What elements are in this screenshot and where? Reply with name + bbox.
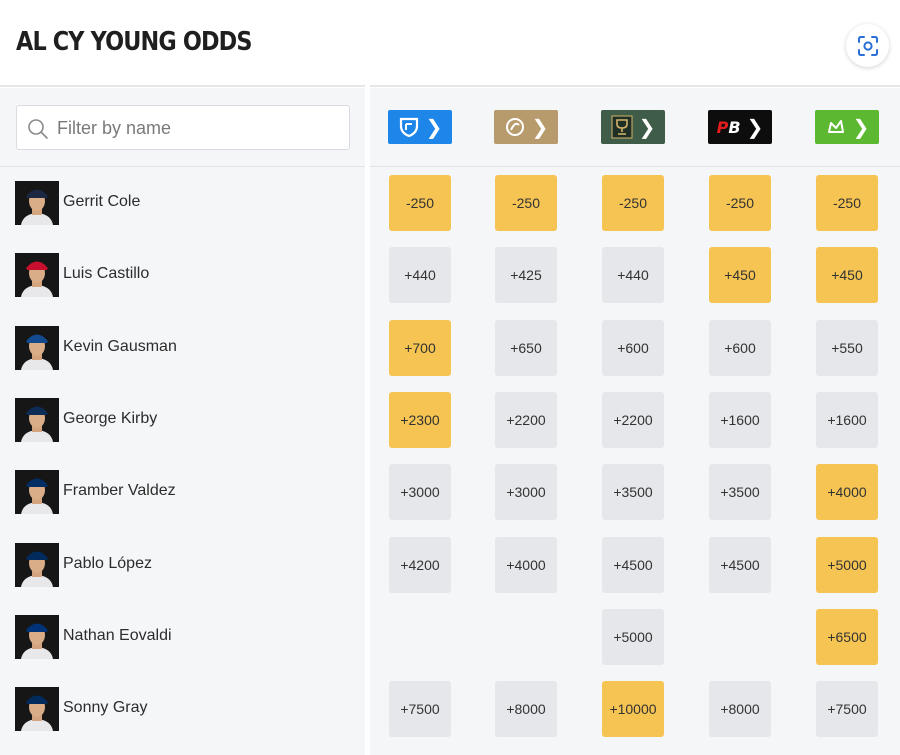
odds-cell-draftkings[interactable]: +550 <box>816 319 878 376</box>
player-name[interactable]: Sonny Gray <box>63 699 147 717</box>
odds-cell-draftkings[interactable]: +1600 <box>816 391 878 448</box>
odds-cell-fanduel[interactable]: +440 <box>389 247 451 304</box>
chevron-right-icon: ❯ <box>638 115 656 139</box>
odds-cell-draftkings[interactable]: +7500 <box>816 681 878 738</box>
player-row[interactable]: Luis Castillo <box>0 253 365 325</box>
player-row[interactable]: Framber Valdez <box>0 470 365 542</box>
odds-cell-draftkings[interactable]: +5000 <box>816 536 878 593</box>
odds-cell-caesars[interactable]: +2200 <box>495 391 557 448</box>
odds-cell-pointsbet[interactable]: +600 <box>709 319 771 376</box>
odds-cell-caesars[interactable]: +4000 <box>495 536 557 593</box>
odds-cell-pointsbet[interactable]: +8000 <box>709 681 771 738</box>
player-name[interactable]: Pablo López <box>63 555 152 573</box>
toolbar-divider <box>370 166 900 167</box>
odds-cell-betmgm[interactable]: +4500 <box>602 536 664 593</box>
odds-cell-draftkings[interactable]: +4000 <box>816 464 878 521</box>
camera-scan-icon <box>857 35 878 56</box>
player-name[interactable]: Kevin Gausman <box>63 338 177 356</box>
odds-cell-pointsbet[interactable]: +1600 <box>709 391 771 448</box>
chevron-right-icon: ❯ <box>425 115 443 139</box>
odds-cell-pointsbet[interactable]: -250 <box>709 175 771 231</box>
player-headshot <box>15 181 59 225</box>
toolbar-divider <box>0 166 365 167</box>
sportsbook-pointsbet-button[interactable]: PB ❯ <box>708 110 772 144</box>
trophy-icon <box>611 115 633 139</box>
odds-cell-fanduel[interactable]: -250 <box>389 175 451 231</box>
sportsbook-betmgm-button[interactable]: ❯ <box>601 110 665 144</box>
player-row[interactable]: Gerrit Cole <box>0 181 365 253</box>
page-title: AL CY YOUNG ODDS <box>16 27 252 57</box>
odds-cell-betmgm[interactable]: +2200 <box>602 391 664 448</box>
player-headshot <box>15 614 59 659</box>
odds-cell-pointsbet[interactable]: +450 <box>709 247 771 304</box>
odds-cell-fanduel[interactable]: +2300 <box>389 391 451 448</box>
player-row[interactable]: George Kirby <box>0 397 365 470</box>
odds-cell-caesars[interactable]: +3000 <box>495 464 557 521</box>
player-row[interactable]: Kevin Gausman <box>0 325 365 398</box>
odds-cell-caesars[interactable]: +8000 <box>495 681 557 738</box>
player-headshot <box>15 397 59 442</box>
odds-cell-pointsbet[interactable]: +3500 <box>709 464 771 521</box>
player-name[interactable]: Luis Castillo <box>63 265 149 283</box>
chevron-right-icon: ❯ <box>746 115 764 139</box>
player-name[interactable]: Framber Valdez <box>63 482 176 500</box>
odds-cell-fanduel[interactable]: +3000 <box>389 464 451 521</box>
player-headshot <box>15 542 59 587</box>
sportsbook-fanduel-button[interactable]: ❯ <box>388 110 452 144</box>
odds-cell-betmgm[interactable]: +10000 <box>602 681 664 738</box>
header-divider <box>0 85 365 87</box>
player-row[interactable]: Sonny Gray <box>0 687 365 755</box>
player-headshot <box>15 470 59 515</box>
sportsbook-draftkings-button[interactable]: ❯ <box>815 110 879 144</box>
filter-input[interactable] <box>57 114 337 142</box>
player-name[interactable]: Nathan Eovaldi <box>63 627 172 645</box>
odds-cell-fanduel[interactable]: +4200 <box>389 536 451 593</box>
odds-cell-pointsbet[interactable]: +4500 <box>709 536 771 593</box>
player-name[interactable]: George Kirby <box>63 410 157 428</box>
odds-cell-draftkings[interactable]: -250 <box>816 175 878 231</box>
chevron-right-icon: ❯ <box>531 115 549 139</box>
chevron-right-icon: ❯ <box>852 115 870 139</box>
player-name[interactable]: Gerrit Cole <box>63 193 140 211</box>
search-icon <box>28 119 48 139</box>
page-header: AL CY YOUNG ODDS <box>0 0 900 88</box>
draftkings-crown-icon <box>825 116 847 138</box>
player-headshot <box>15 325 59 370</box>
odds-cell-draftkings[interactable]: +6500 <box>816 608 878 665</box>
odds-cell-draftkings[interactable]: +450 <box>816 247 878 304</box>
fanduel-shield-icon <box>398 116 420 138</box>
filter-box[interactable] <box>16 105 350 150</box>
pointsbet-logo: PB <box>716 117 741 137</box>
odds-cell-betmgm[interactable]: +5000 <box>602 608 664 665</box>
odds-cell-betmgm[interactable]: +440 <box>602 247 664 304</box>
odds-cell-caesars[interactable]: -250 <box>495 175 557 231</box>
odds-cell-caesars[interactable]: +650 <box>495 319 557 376</box>
odds-cell-betmgm[interactable]: +3500 <box>602 464 664 521</box>
header-divider <box>370 85 900 87</box>
odds-cell-betmgm[interactable]: -250 <box>602 175 664 231</box>
player-row[interactable]: Nathan Eovaldi <box>0 614 365 687</box>
odds-cell-caesars[interactable]: +425 <box>495 247 557 304</box>
caesars-laurel-icon <box>504 116 526 138</box>
odds-cell-fanduel[interactable]: +7500 <box>389 681 451 738</box>
odds-cell-betmgm[interactable]: +600 <box>602 319 664 376</box>
player-headshot <box>15 253 59 298</box>
player-headshot <box>15 687 59 732</box>
player-row[interactable]: Pablo López <box>0 542 365 615</box>
screenshot-button[interactable] <box>846 24 889 67</box>
odds-cell-fanduel[interactable]: +700 <box>389 319 451 376</box>
column-divider <box>365 88 370 755</box>
sportsbook-caesars-button[interactable]: ❯ <box>494 110 558 144</box>
